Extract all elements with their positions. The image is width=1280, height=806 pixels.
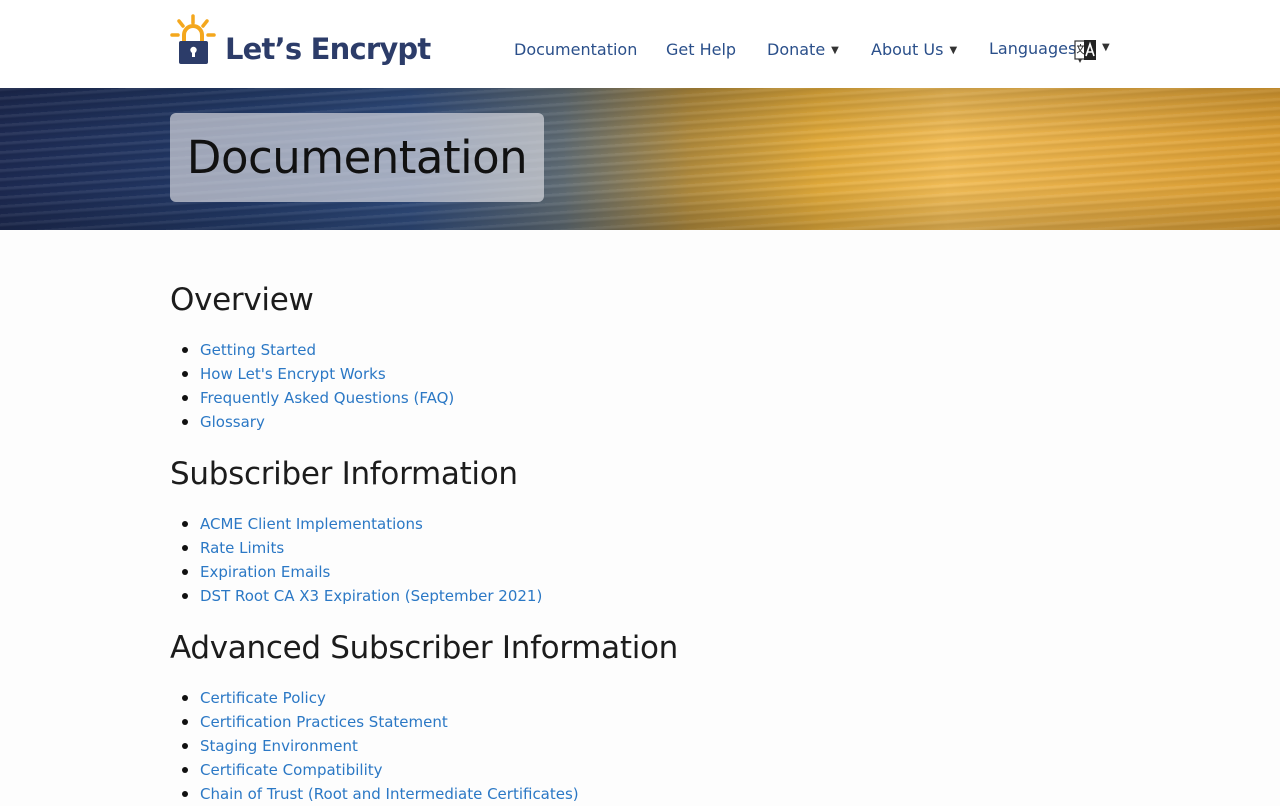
link-certificate-policy[interactable]: Certificate Policy xyxy=(200,689,326,707)
bullet-icon xyxy=(182,743,188,749)
nav-get-help-label: Get Help xyxy=(666,40,737,59)
list-item: ACME Client Implementations xyxy=(170,512,542,536)
section-heading-subscriber-info: Subscriber Information xyxy=(170,456,518,492)
subscriber-info-link-list: ACME Client Implementations Rate Limits … xyxy=(170,512,542,608)
link-certificate-compatibility[interactable]: Certificate Compatibility xyxy=(200,761,383,779)
caret-down-icon[interactable]: ▼ xyxy=(1102,42,1110,53)
section-heading-overview: Overview xyxy=(170,282,314,318)
list-item: Rate Limits xyxy=(170,536,542,560)
padlock-sun-icon xyxy=(170,14,216,64)
link-faq[interactable]: Frequently Asked Questions (FAQ) xyxy=(200,389,454,407)
advanced-subscriber-info-link-list: Certificate Policy Certification Practic… xyxy=(170,686,579,806)
list-item: Frequently Asked Questions (FAQ) xyxy=(170,386,454,410)
link-expiration-emails[interactable]: Expiration Emails xyxy=(200,563,330,581)
link-glossary[interactable]: Glossary xyxy=(200,413,265,431)
link-staging-environment[interactable]: Staging Environment xyxy=(200,737,358,755)
link-cps[interactable]: Certification Practices Statement xyxy=(200,713,448,731)
list-item: Chain of Trust (Root and Intermediate Ce… xyxy=(170,782,579,806)
list-item: Expiration Emails xyxy=(170,560,542,584)
hero-title-box: Documentation xyxy=(170,113,544,202)
bullet-icon xyxy=(182,593,188,599)
link-how-it-works[interactable]: How Let's Encrypt Works xyxy=(200,365,386,383)
list-item: Certificate Compatibility xyxy=(170,758,579,782)
lets-encrypt-logo[interactable]: Let’s Encrypt xyxy=(170,14,431,76)
nav-about-dropdown[interactable]: About Us ▼ xyxy=(871,39,957,62)
overview-link-list: Getting Started How Let's Encrypt Works … xyxy=(170,338,454,434)
bullet-icon xyxy=(182,719,188,725)
bullet-icon xyxy=(182,371,188,377)
list-item: Certification Practices Statement xyxy=(170,710,579,734)
nav-languages-dropdown[interactable]: Languages xyxy=(989,38,1076,60)
translate-icon[interactable] xyxy=(1074,38,1098,64)
list-item: Staging Environment xyxy=(170,734,579,758)
list-item: How Let's Encrypt Works xyxy=(170,362,454,386)
bullet-icon xyxy=(182,791,188,797)
bullet-icon xyxy=(182,419,188,425)
link-acme-clients[interactable]: ACME Client Implementations xyxy=(200,515,423,533)
bullet-icon xyxy=(182,395,188,401)
bullet-icon xyxy=(182,767,188,773)
site-header: Let’s Encrypt Documentation Get Help Don… xyxy=(0,0,1280,88)
hero-banner: Documentation xyxy=(0,88,1280,230)
list-item: Getting Started xyxy=(170,338,454,362)
bullet-icon xyxy=(182,347,188,353)
link-rate-limits[interactable]: Rate Limits xyxy=(200,539,284,557)
nav-donate-label: Donate xyxy=(767,40,826,59)
link-dst-root-expiration[interactable]: DST Root CA X3 Expiration (September 202… xyxy=(200,587,542,605)
nav-about-label: About Us xyxy=(871,40,944,59)
section-heading-advanced-subscriber-info: Advanced Subscriber Information xyxy=(170,630,679,666)
link-getting-started[interactable]: Getting Started xyxy=(200,341,316,359)
bullet-icon xyxy=(182,569,188,575)
bullet-icon xyxy=(182,521,188,527)
caret-down-icon: ▼ xyxy=(831,44,839,56)
caret-down-icon: ▼ xyxy=(949,44,958,56)
list-item: DST Root CA X3 Expiration (September 202… xyxy=(170,584,542,608)
brand-name: Let’s Encrypt xyxy=(225,32,431,66)
page-title: Documentation xyxy=(186,131,528,184)
list-item: Glossary xyxy=(170,410,454,434)
link-chain-of-trust[interactable]: Chain of Trust (Root and Intermediate Ce… xyxy=(200,785,579,803)
nav-documentation-label: Documentation xyxy=(514,40,638,59)
bullet-icon xyxy=(182,695,188,701)
bullet-icon xyxy=(182,545,188,551)
nav-donate-dropdown[interactable]: Donate ▼ xyxy=(767,39,839,62)
nav-languages-label: Languages xyxy=(989,39,1077,58)
list-item: Certificate Policy xyxy=(170,686,579,710)
nav-documentation[interactable]: Documentation xyxy=(514,39,637,61)
nav-get-help[interactable]: Get Help xyxy=(666,39,736,61)
